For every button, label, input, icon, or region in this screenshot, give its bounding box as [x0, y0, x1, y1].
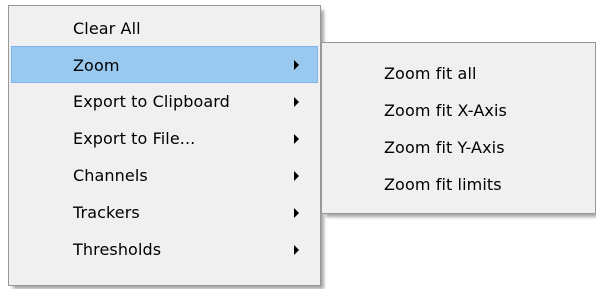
menu-item-clear-all[interactable]: Clear All — [11, 10, 318, 47]
menu-item-channels[interactable]: Channels — [11, 157, 318, 194]
menu-item-label: Zoom fit all — [384, 64, 477, 83]
menu-item-zoom[interactable]: Zoom — [11, 46, 318, 83]
menu-item-label: Thresholds — [73, 240, 162, 259]
menu-item-zoom-fit-y-axis[interactable]: Zoom fit Y-Axis — [324, 129, 593, 166]
menu-item-export-to-clipboard[interactable]: Export to Clipboard — [11, 83, 318, 120]
menu-item-trackers[interactable]: Trackers — [11, 194, 318, 231]
menu-item-label: Channels — [73, 166, 148, 185]
screen: Clear All Zoom Export to Clipboard Expor… — [0, 0, 596, 289]
menu-item-label: Clear All — [73, 19, 141, 38]
submenu-arrow-icon — [294, 208, 299, 218]
menu-item-thresholds[interactable]: Thresholds — [11, 231, 318, 268]
menu-item-zoom-fit-all[interactable]: Zoom fit all — [324, 55, 593, 92]
submenu-arrow-icon — [294, 134, 299, 144]
menu-item-label: Zoom fit Y-Axis — [384, 138, 505, 157]
menu-item-zoom-fit-limits[interactable]: Zoom fit limits — [324, 166, 593, 203]
zoom-submenu: Zoom fit all Zoom fit X-Axis Zoom fit Y-… — [321, 42, 596, 214]
submenu-arrow-icon — [294, 171, 299, 181]
menu-item-label: Trackers — [73, 203, 140, 222]
menu-item-label: Zoom — [73, 56, 120, 75]
menu-item-label: Zoom fit X-Axis — [384, 101, 507, 120]
menu-item-label: Export to File... — [73, 129, 196, 148]
submenu-arrow-icon — [294, 60, 299, 70]
menu-item-label: Zoom fit limits — [384, 175, 502, 194]
context-menu: Clear All Zoom Export to Clipboard Expor… — [8, 5, 321, 286]
menu-item-label: Export to Clipboard — [73, 92, 230, 111]
submenu-arrow-icon — [294, 97, 299, 107]
submenu-arrow-icon — [294, 245, 299, 255]
menu-item-export-to-file[interactable]: Export to File... — [11, 120, 318, 157]
menu-item-zoom-fit-x-axis[interactable]: Zoom fit X-Axis — [324, 92, 593, 129]
